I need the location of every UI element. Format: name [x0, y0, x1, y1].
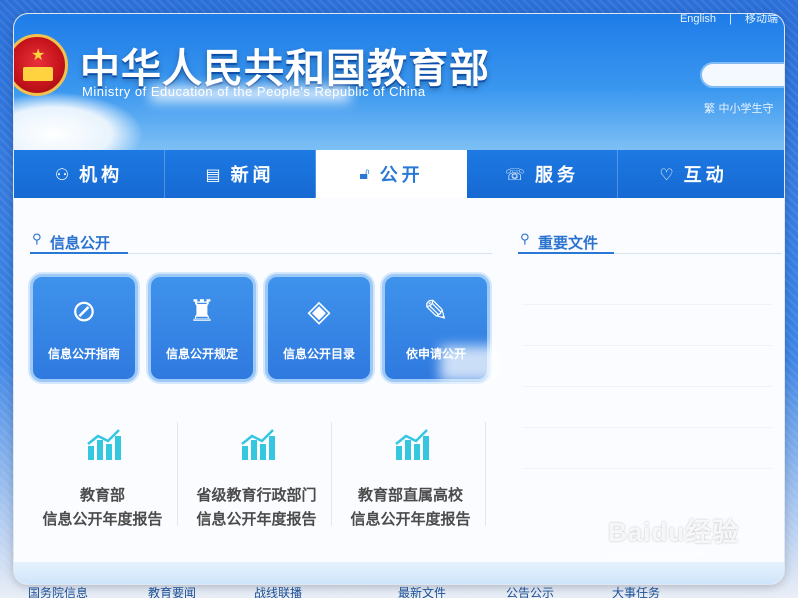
notice-text[interactable]: 繁 中小学生守 [704, 100, 774, 116]
growth-chart-icon [87, 429, 121, 460]
top-links: English | 移动端 [680, 14, 778, 26]
newspaper-icon: ▤ [205, 164, 221, 184]
doc-list-row[interactable] [522, 304, 772, 305]
growth-chart-icon [395, 429, 429, 460]
tile-rules[interactable]: ♜ 信息公开规定 [148, 274, 256, 382]
nav-item-news[interactable]: ▤ 新闻 [165, 150, 316, 198]
docs-list [522, 304, 772, 509]
growth-chart-icon [241, 429, 275, 460]
site-header: ★ 中华人民共和国教育部 Ministry of Education of th… [14, 14, 784, 150]
nav-item-interact[interactable]: ♡ 互动 [618, 150, 769, 198]
bulb-icon: ⚲ [520, 232, 530, 247]
document-edit-icon: ✎ [423, 294, 449, 329]
section-rule [128, 253, 492, 254]
doc-list-row[interactable] [522, 427, 772, 428]
report-provincial[interactable]: 省级教育行政部门 信息公开年度报告 [182, 422, 332, 528]
tile-catalog[interactable]: ◈ 信息公开目录 [265, 274, 373, 382]
nav-item-label: 机构 [79, 165, 124, 186]
browser-frame: ★ 中华人民共和国教育部 Ministry of Education of th… [14, 14, 784, 584]
tile-label: 信息公开指南 [47, 347, 120, 361]
tile-label: 信息公开目录 [282, 347, 355, 361]
report-ministry[interactable]: 教育部 信息公开年度报告 [28, 422, 178, 528]
service-icon: ☏ [504, 164, 525, 184]
blur-overlay [440, 346, 500, 382]
report-subtitle: 信息公开年度报告 [42, 510, 163, 528]
report-title: 教育部 [79, 486, 125, 504]
baidu-watermark: Baidu经验 jingyan.baidu.com [608, 512, 739, 561]
nav-item-service[interactable]: ☏ 服务 [467, 150, 618, 198]
org-chart-icon: ⚇ [54, 164, 70, 184]
nav-item-label: 服务 [535, 165, 579, 186]
section-title-text: 重要文件 [538, 234, 599, 252]
bottom-nav-item[interactable]: 教育要闻 [148, 586, 196, 598]
report-title: 教育部直属高校 [357, 486, 463, 504]
bottom-nav: 国务院信息 教育要闻 战线联播 最新文件 公告公示 大事任务 [0, 586, 798, 598]
tile-label: 信息公开规定 [165, 347, 238, 361]
nav-item-open[interactable]: 🔓︎ 公开 [316, 150, 467, 198]
nav-item-label: 互动 [683, 165, 728, 186]
doc-list-row[interactable] [522, 386, 772, 387]
section-title-text: 信息公开 [50, 234, 111, 252]
english-link[interactable]: English [680, 14, 716, 25]
layers-icon: ◈ [307, 294, 331, 329]
tile-guide[interactable]: ⊘ 信息公开指南 [30, 274, 138, 382]
nav-item-label: 新闻 [230, 165, 275, 186]
section-underline [30, 252, 128, 254]
compass-icon: ⊘ [71, 294, 97, 329]
doc-list-row[interactable] [522, 468, 772, 469]
watermark-brand: Baidu经验 [608, 517, 740, 547]
footer-strip [14, 562, 784, 584]
search-input[interactable] [700, 62, 784, 88]
bottom-nav-item[interactable]: 国务院信息 [28, 586, 88, 598]
docs-section-title[interactable]: ⚲ 重要文件 [520, 232, 598, 253]
link-separator: | [729, 14, 732, 25]
report-universities[interactable]: 教育部直属高校 信息公开年度报告 [336, 422, 486, 528]
blur-overlay [150, 86, 350, 102]
nav-item-org[interactable]: ⚇ 机构 [14, 150, 165, 198]
doc-list-row[interactable] [522, 345, 772, 346]
star-icon: ★ [31, 45, 46, 64]
lock-icon: 🔓︎ [359, 164, 370, 183]
stamp-icon: ♜ [188, 294, 216, 329]
main-nav: ⚇ 机构 ▤ 新闻 🔓︎ 公开 ☏ 服务 ♡ 互动 [14, 150, 784, 198]
section-underline [518, 252, 614, 254]
heart-icon: ♡ [659, 164, 674, 184]
bulb-icon: ⚲ [32, 232, 42, 247]
report-subtitle: 信息公开年度报告 [196, 510, 317, 528]
bottom-nav-item[interactable]: 大事任务 [612, 586, 660, 598]
report-subtitle: 信息公开年度报告 [350, 510, 471, 528]
report-title: 省级教育行政部门 [196, 486, 317, 504]
info-section-title[interactable]: ⚲ 信息公开 [32, 232, 110, 253]
gate-shape [23, 67, 53, 81]
bottom-nav-item[interactable]: 战线联播 [254, 586, 302, 598]
bottom-nav-item[interactable]: 最新文件 [398, 586, 446, 598]
mobile-link[interactable]: 移动端 [745, 14, 778, 25]
section-rule [614, 253, 782, 254]
national-emblem-icon: ★ [14, 34, 68, 96]
cloud-decoration [14, 92, 144, 150]
nav-item-label: 公开 [379, 165, 424, 186]
watermark-url: jingyan.baidu.com [608, 547, 705, 561]
bottom-nav-item[interactable]: 公告公示 [506, 586, 554, 598]
